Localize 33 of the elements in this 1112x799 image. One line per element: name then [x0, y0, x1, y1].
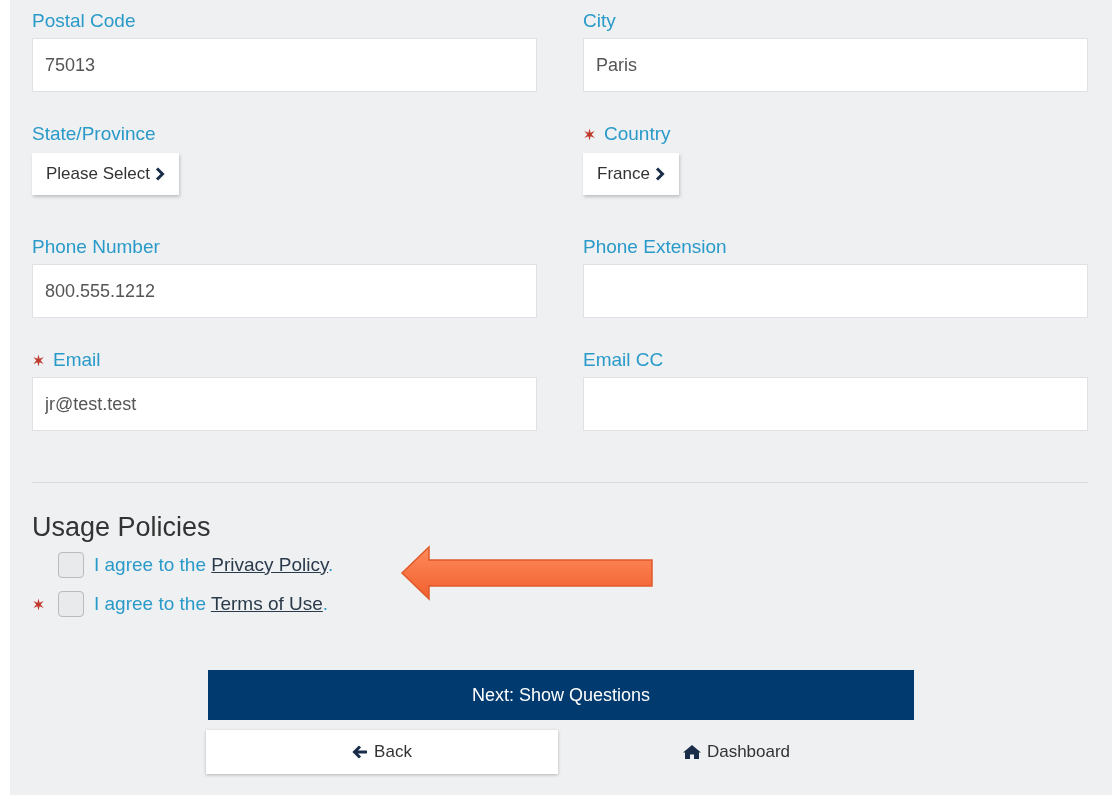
policy-link[interactable]: Privacy Policy — [211, 553, 329, 575]
back-button[interactable]: Back — [206, 730, 558, 774]
agreement-text: I agree to the Terms of Use. — [94, 591, 329, 616]
required-icon — [32, 353, 45, 367]
field-label: Country — [604, 121, 671, 146]
checkbox[interactable] — [58, 591, 84, 617]
field-label: Phone Number — [32, 234, 160, 259]
policy-link[interactable]: Terms of Use — [210, 592, 323, 614]
input-field[interactable] — [583, 377, 1088, 431]
arrow-left-icon — [352, 745, 369, 759]
field-label: Phone Extension — [583, 234, 727, 259]
input-field[interactable]: 800.555.1212 — [32, 264, 537, 318]
input-field[interactable]: 75013 — [32, 38, 537, 92]
field-label: City — [583, 8, 616, 33]
chevron-right-icon — [154, 167, 165, 181]
select-button[interactable]: Please Select — [32, 153, 179, 195]
chevron-right-icon — [654, 167, 665, 181]
input-field[interactable]: Paris — [583, 38, 1088, 92]
checkbox[interactable] — [58, 552, 84, 578]
required-icon — [32, 597, 45, 611]
required-icon — [583, 127, 596, 141]
dashboard-link[interactable]: Dashboard — [681, 739, 791, 765]
select-button[interactable]: France — [583, 153, 679, 195]
field-label: Postal Code — [32, 8, 136, 33]
next-button[interactable]: Next: Show Questions — [208, 670, 914, 720]
input-field[interactable] — [583, 264, 1088, 318]
field-label: Email — [53, 347, 101, 372]
agreement-text: I agree to the Privacy Policy. — [94, 552, 334, 577]
section-heading: Usage Policies — [32, 511, 212, 543]
field-label: State/Province — [32, 121, 156, 146]
input-field[interactable]: jr@test.test — [32, 377, 537, 431]
field-label: Email CC — [583, 347, 664, 372]
home-icon — [681, 744, 702, 760]
